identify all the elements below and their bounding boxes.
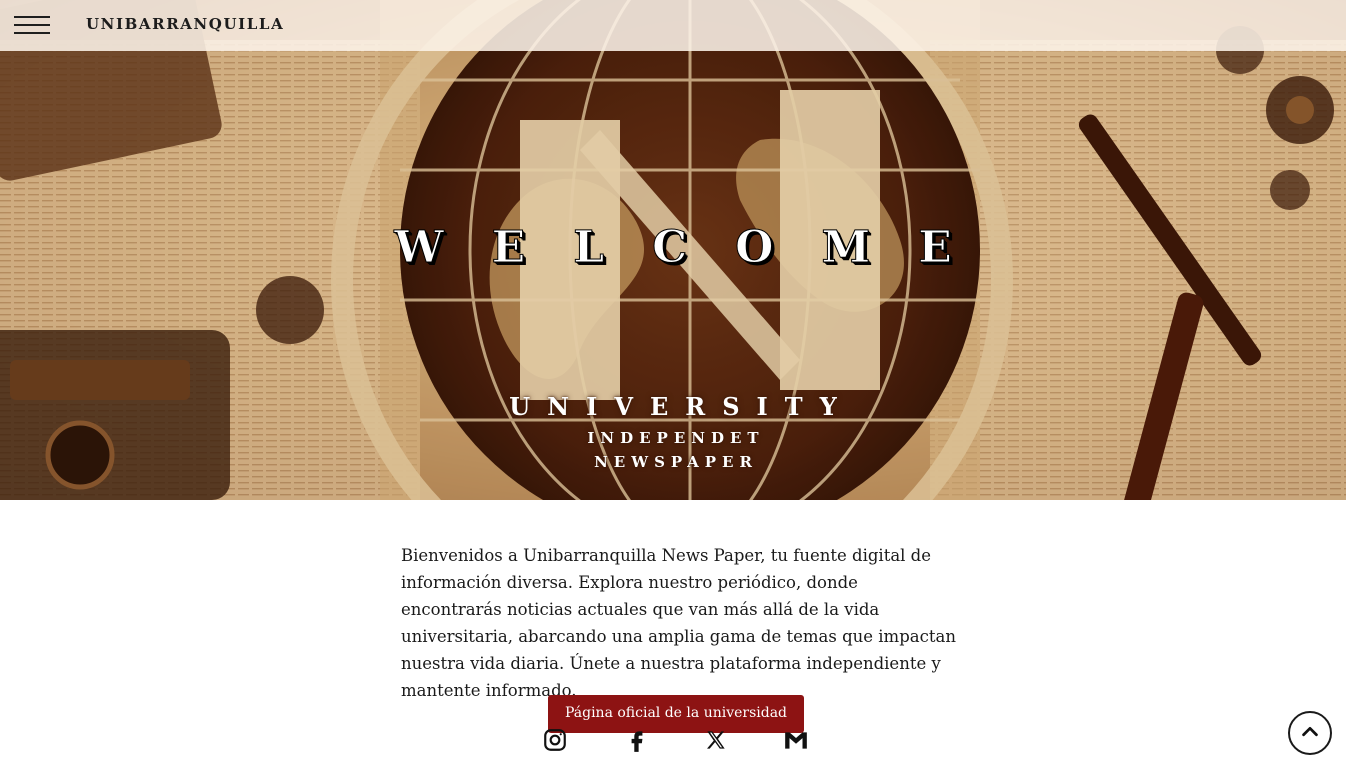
hero-tagline-line2: NEWSPAPER (594, 453, 758, 471)
facebook-icon[interactable] (624, 727, 650, 753)
instagram-icon[interactable] (542, 727, 568, 753)
hero-banner: WELCOME UNIVERSITY INDEPENDET NEWSPAPER (0, 0, 1346, 500)
x-twitter-icon[interactable] (703, 727, 729, 753)
site-brand[interactable]: UNIBARRANQUILLA (86, 15, 284, 33)
hamburger-menu-icon[interactable] (14, 14, 50, 36)
hero-title: WELCOME (394, 222, 1000, 274)
social-links (0, 727, 1346, 757)
hero-subtitle: UNIVERSITY (509, 392, 854, 421)
gmail-icon[interactable] (783, 727, 809, 753)
hero-tagline-line1: INDEPENDET (587, 429, 765, 447)
chevron-up-icon (1302, 726, 1318, 737)
scroll-to-top-button[interactable] (1288, 711, 1332, 755)
intro-paragraph: Bienvenidos a Unibarranquilla News Paper… (401, 546, 956, 700)
top-navbar: UNIBARRANQUILLA (0, 0, 1346, 51)
